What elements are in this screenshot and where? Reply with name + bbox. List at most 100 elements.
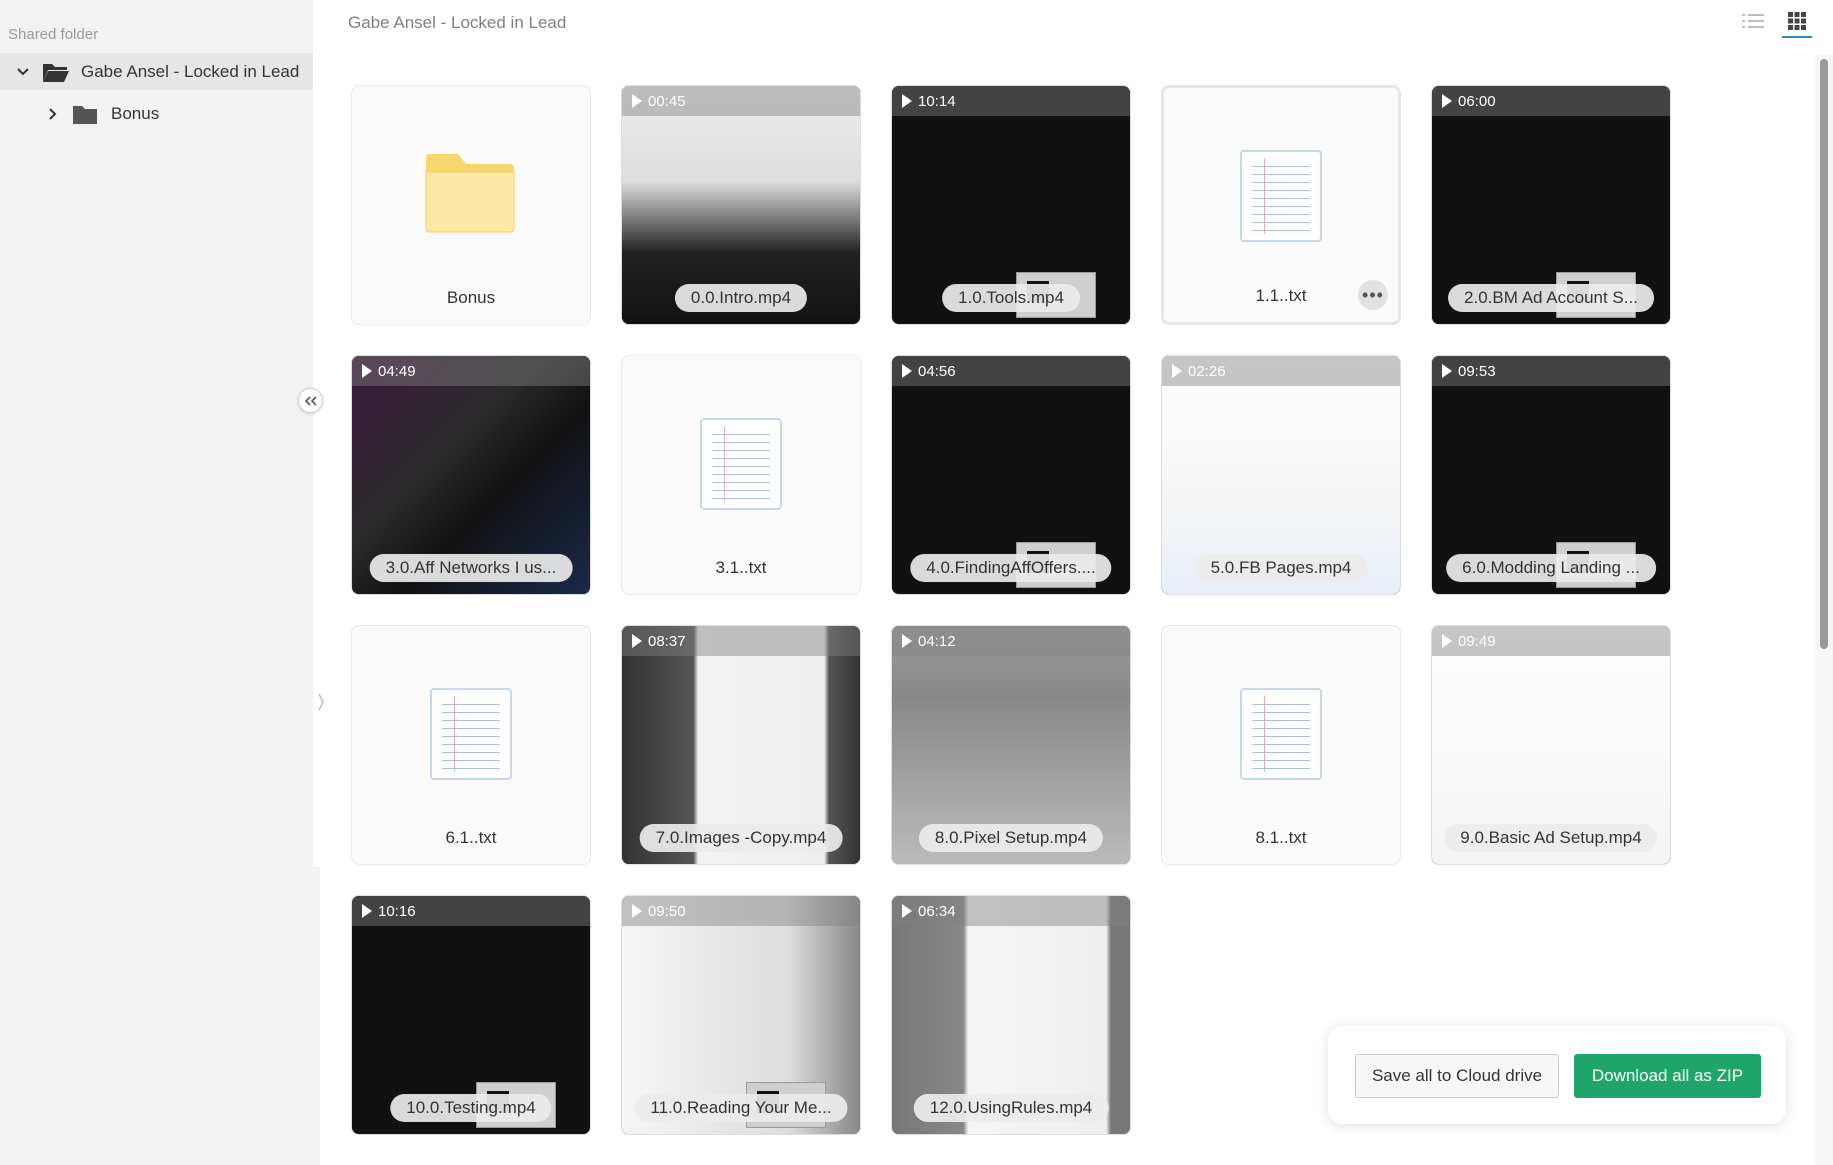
tile-filename: 9.0.Basic Ad Setup.mp4 bbox=[1444, 824, 1658, 852]
video-tile[interactable]: 06:00 2.0.BM Ad Account S... bbox=[1431, 85, 1671, 325]
tile-filename: 2.0.BM Ad Account S... bbox=[1448, 284, 1654, 312]
folder-tile[interactable]: Bonus bbox=[351, 85, 591, 325]
tree-item-label: Gabe Ansel - Locked in Lead bbox=[81, 61, 300, 81]
play-icon bbox=[1172, 364, 1182, 378]
video-tile[interactable]: 10:14 1.0.Tools.mp4 bbox=[891, 85, 1131, 325]
bulk-actions-panel: Save all to Cloud drive Download all as … bbox=[1328, 1026, 1786, 1124]
duration-badge: 02:26 bbox=[1162, 356, 1400, 386]
video-tile[interactable]: 08:37 7.0.Images -Copy.mp4 bbox=[621, 625, 861, 865]
duration-badge: 08:37 bbox=[622, 626, 860, 656]
page-title: Gabe Ansel - Locked in Lead bbox=[348, 13, 567, 32]
play-icon bbox=[1442, 364, 1452, 378]
tree-item-bonus[interactable]: Bonus bbox=[0, 96, 313, 132]
grid-view-icon[interactable] bbox=[1782, 12, 1812, 38]
scrollbar-thumb[interactable] bbox=[1820, 59, 1828, 649]
save-to-cloud-button[interactable]: Save all to Cloud drive bbox=[1355, 1054, 1559, 1098]
play-icon bbox=[632, 94, 642, 108]
tile-filename: 6.1..txt bbox=[445, 828, 497, 847]
folder-open-icon bbox=[42, 61, 70, 83]
text-file-icon bbox=[1240, 688, 1322, 780]
tile-filename: 12.0.UsingRules.mp4 bbox=[913, 1094, 1109, 1122]
duration-text: 10:14 bbox=[918, 92, 956, 110]
chevron-down-icon[interactable] bbox=[16, 65, 30, 79]
sidebar-lower bbox=[0, 867, 320, 1165]
duration-badge: 06:00 bbox=[1432, 86, 1670, 116]
duration-badge: 10:14 bbox=[892, 86, 1130, 116]
scrollbar[interactable] bbox=[1815, 55, 1833, 1165]
duration-text: 04:56 bbox=[918, 362, 956, 380]
download-zip-button[interactable]: Download all as ZIP bbox=[1574, 1054, 1761, 1098]
tile-filename: 0.0.Intro.mp4 bbox=[674, 284, 808, 312]
duration-text: 00:45 bbox=[648, 92, 686, 110]
tile-filename: Bonus bbox=[446, 288, 496, 307]
play-icon bbox=[1442, 94, 1452, 108]
tile-filename: 8.0.Pixel Setup.mp4 bbox=[918, 824, 1104, 852]
duration-text: 06:00 bbox=[1458, 92, 1496, 110]
tile-filename: 1.0.Tools.mp4 bbox=[942, 284, 1080, 312]
tile-filename: 7.0.Images -Copy.mp4 bbox=[639, 824, 843, 852]
tile-filename: 5.0.FB Pages.mp4 bbox=[1194, 554, 1368, 582]
duration-badge: 04:49 bbox=[352, 356, 590, 386]
play-icon bbox=[902, 904, 912, 918]
tile-filename: 4.0.FindingAffOffers.... bbox=[910, 554, 1112, 582]
duration-text: 02:26 bbox=[1188, 362, 1226, 380]
more-options-icon[interactable]: ••• bbox=[1358, 280, 1388, 310]
video-tile[interactable]: 04:12 8.0.Pixel Setup.mp4 bbox=[891, 625, 1131, 865]
duration-text: 09:53 bbox=[1458, 362, 1496, 380]
duration-badge: 10:16 bbox=[352, 896, 590, 926]
video-tile[interactable]: 09:53 6.0.Modding Landing ... bbox=[1431, 355, 1671, 595]
collapse-sidebar-button[interactable] bbox=[298, 388, 323, 413]
file-tile[interactable]: 8.1..txt bbox=[1161, 625, 1401, 865]
duration-badge: 04:12 bbox=[892, 626, 1130, 656]
sidebar: Shared folder Gabe Ansel - Locked in Lea… bbox=[0, 0, 313, 867]
tree-item-root[interactable]: Gabe Ansel - Locked in Lead bbox=[0, 53, 313, 90]
file-tile[interactable]: 1.1..txt ••• bbox=[1161, 85, 1401, 325]
play-icon bbox=[362, 364, 372, 378]
duration-text: 06:34 bbox=[918, 902, 956, 920]
list-view-icon[interactable] bbox=[1742, 12, 1764, 34]
duration-badge: 09:49 bbox=[1432, 626, 1670, 656]
folder-icon bbox=[424, 152, 516, 234]
duration-badge: 04:56 bbox=[892, 356, 1130, 386]
folder-icon bbox=[72, 103, 100, 125]
tile-filename: 8.1..txt bbox=[1255, 828, 1307, 847]
video-tile[interactable]: 04:56 4.0.FindingAffOffers.... bbox=[891, 355, 1131, 595]
duration-text: 04:49 bbox=[378, 362, 416, 380]
video-tile[interactable]: 02:26 5.0.FB Pages.mp4 bbox=[1161, 355, 1401, 595]
file-tile[interactable]: 3.1..txt bbox=[621, 355, 861, 595]
file-tile[interactable]: 6.1..txt bbox=[351, 625, 591, 865]
tree-item-label: Bonus bbox=[111, 104, 160, 123]
text-file-icon bbox=[430, 688, 512, 780]
video-tile[interactable]: 06:34 12.0.UsingRules.mp4 bbox=[891, 895, 1131, 1135]
video-tile[interactable]: 04:49 3.0.Aff Networks I us... bbox=[351, 355, 591, 595]
duration-badge: 06:34 bbox=[892, 896, 1130, 926]
play-icon bbox=[632, 634, 642, 648]
shared-folder-label: Shared folder bbox=[8, 26, 99, 43]
play-icon bbox=[902, 364, 912, 378]
text-file-icon bbox=[1240, 150, 1322, 242]
video-tile[interactable]: 09:50 11.0.Reading Your Me... bbox=[621, 895, 861, 1135]
sidebar-resize-handle[interactable] bbox=[318, 692, 326, 712]
duration-text: 04:12 bbox=[918, 632, 956, 650]
video-tile[interactable]: 09:49 9.0.Basic Ad Setup.mp4 bbox=[1431, 625, 1671, 865]
play-icon bbox=[1442, 634, 1452, 648]
chevron-right-icon[interactable] bbox=[46, 107, 60, 121]
video-tile[interactable]: 10:16 10.0.Testing.mp4 bbox=[351, 895, 591, 1135]
play-icon bbox=[902, 94, 912, 108]
duration-badge: 00:45 bbox=[622, 86, 860, 116]
play-icon bbox=[902, 634, 912, 648]
tile-filename: 10.0.Testing.mp4 bbox=[390, 1094, 552, 1122]
text-file-icon bbox=[700, 418, 782, 510]
tile-filename: 3.0.Aff Networks I us... bbox=[369, 554, 573, 582]
tile-filename: 1.1..txt bbox=[1255, 286, 1307, 305]
tile-filename: 11.0.Reading Your Me... bbox=[634, 1094, 848, 1122]
duration-text: 10:16 bbox=[378, 902, 416, 920]
video-tile[interactable]: 00:45 0.0.Intro.mp4 bbox=[621, 85, 861, 325]
duration-text: 09:49 bbox=[1458, 632, 1496, 650]
duration-text: 08:37 bbox=[648, 632, 686, 650]
duration-badge: 09:50 bbox=[622, 896, 860, 926]
tile-filename: 6.0.Modding Landing ... bbox=[1446, 554, 1656, 582]
tile-filename: 3.1..txt bbox=[715, 558, 767, 577]
play-icon bbox=[632, 904, 642, 918]
duration-text: 09:50 bbox=[648, 902, 686, 920]
